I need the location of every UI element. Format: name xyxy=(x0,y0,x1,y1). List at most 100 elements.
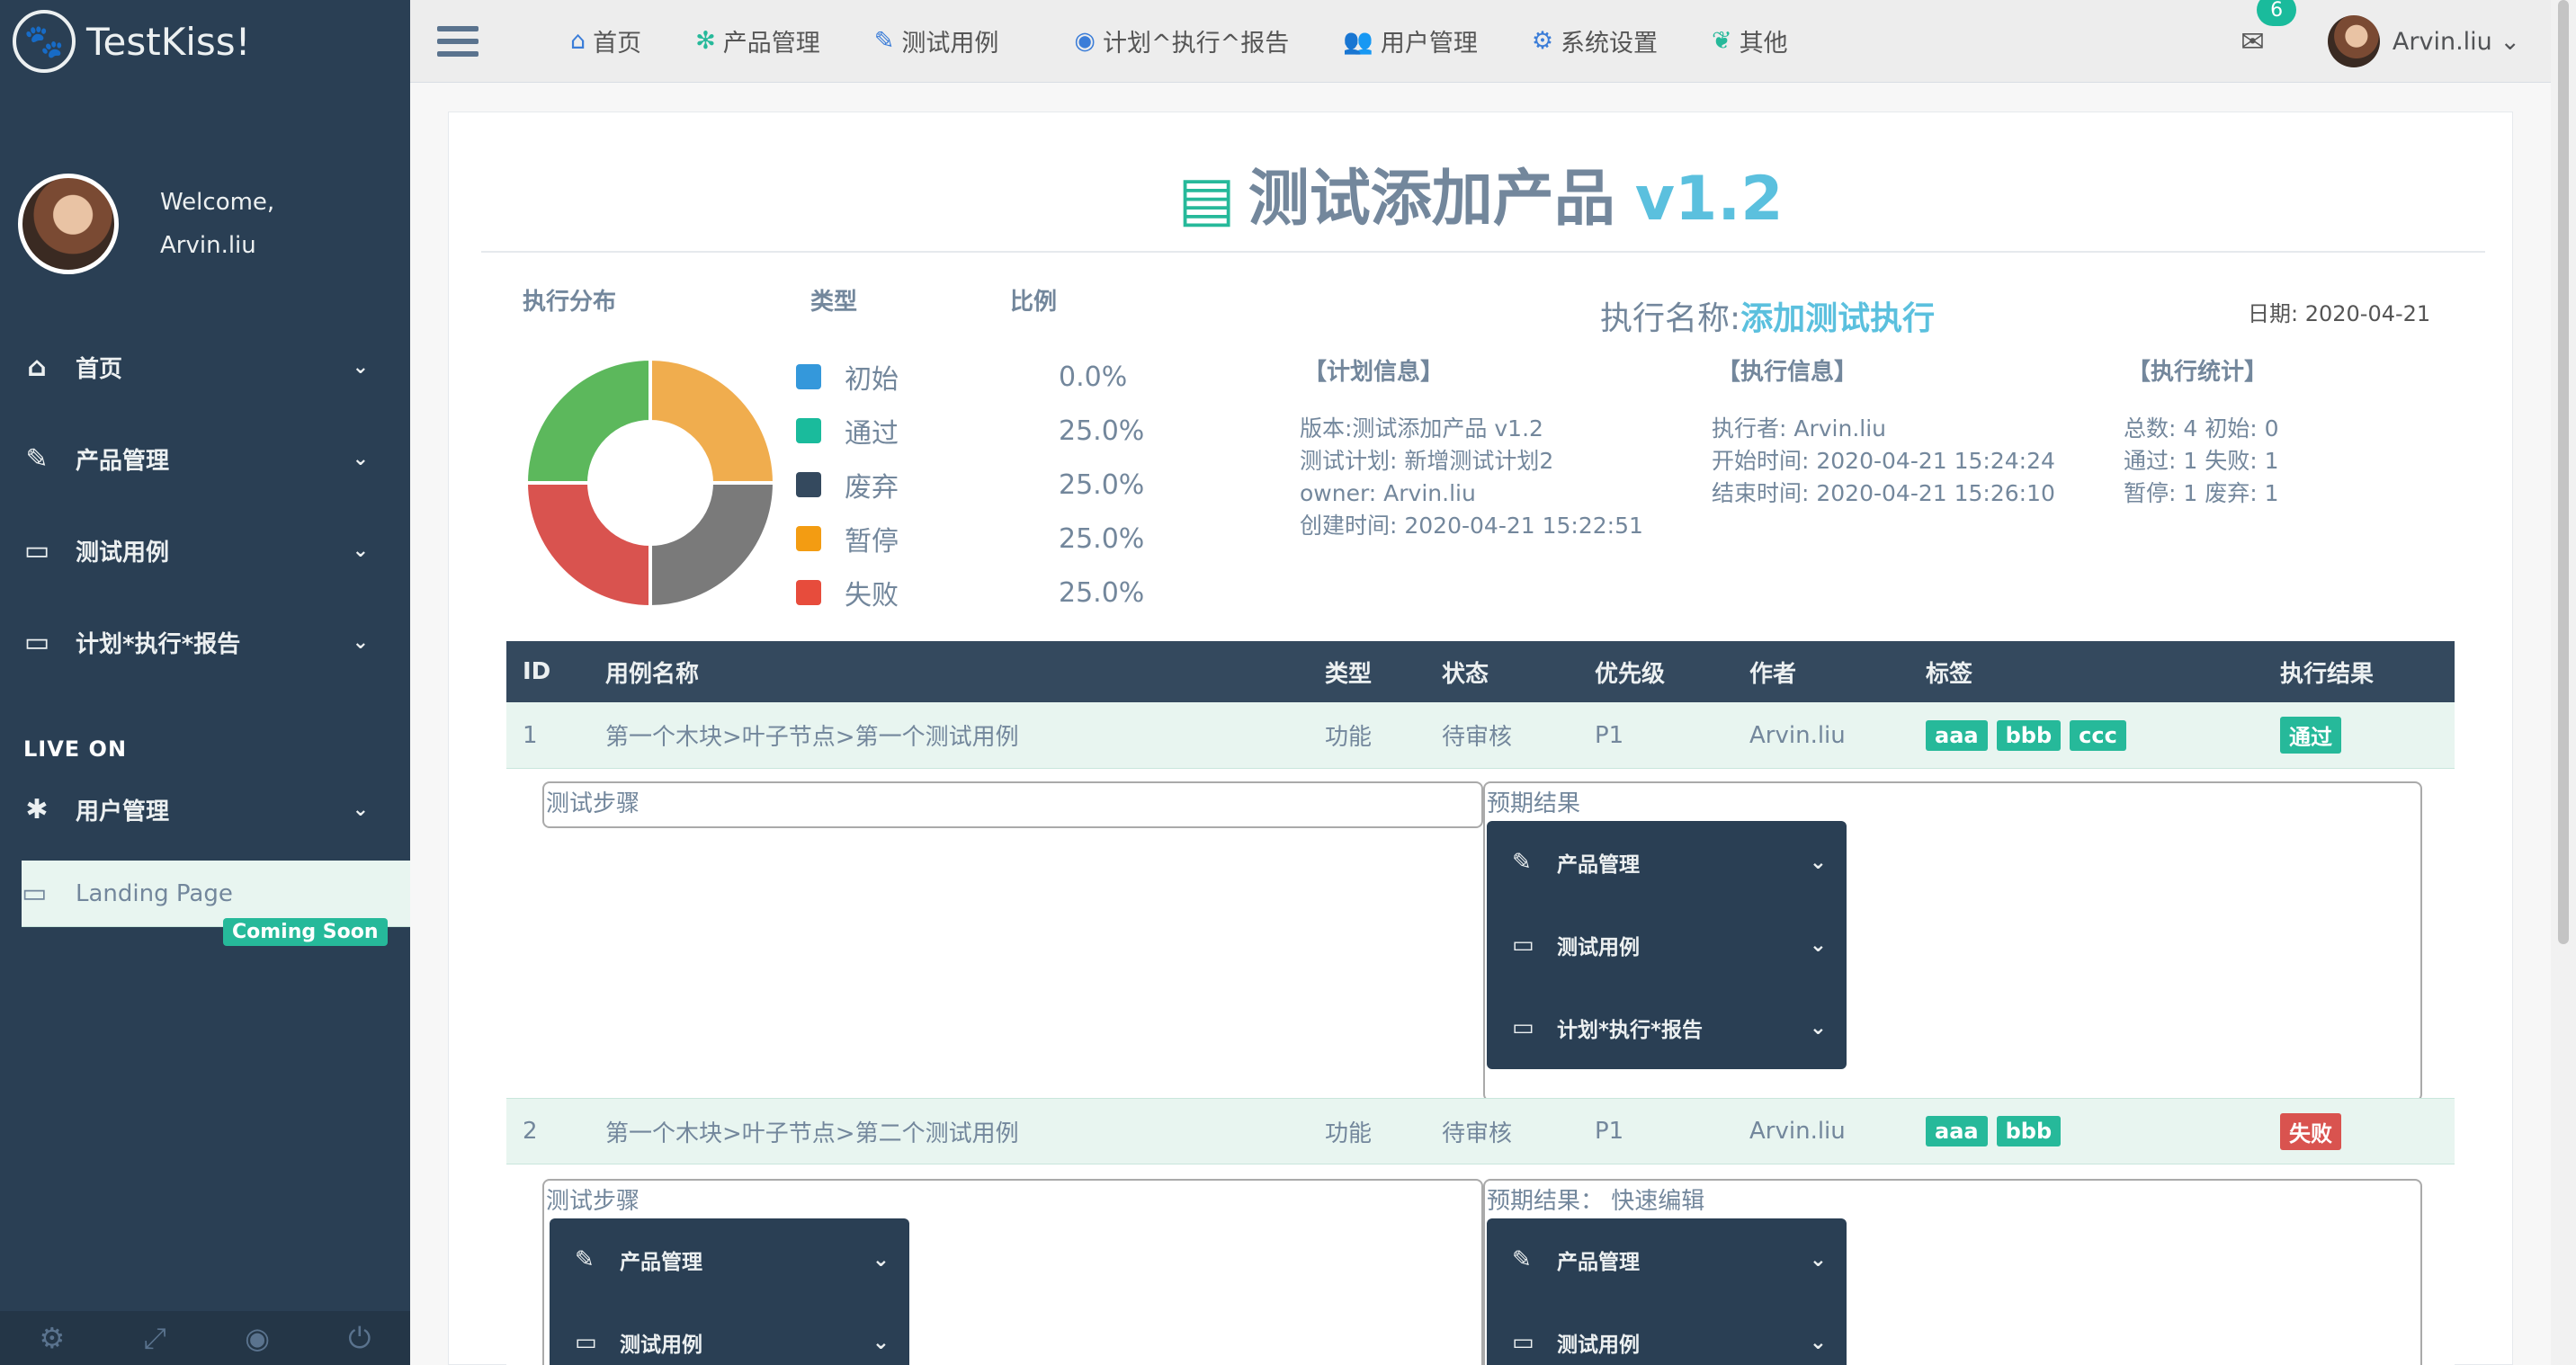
user-menu[interactable]: Arvin.liu ⌄ xyxy=(2393,28,2520,56)
dropdown-menu: ✎ 产品管理 ⌄ ▭ 测试用例 ⌄ xyxy=(1487,1218,1847,1365)
nav-link-home[interactable]: ⌂ 首页 xyxy=(570,23,641,58)
menu-item-testcases[interactable]: ▭ 测试用例 ⌄ xyxy=(1487,1301,1847,1365)
sidebar-item-home[interactable]: ⌂ 首页 ⌄ xyxy=(0,321,410,413)
legend-label: 通过 xyxy=(845,418,899,450)
table-row[interactable]: 1 第一个木块>叶子节点>第一个测试用例 功能 待审核 P1 Arvin.liu… xyxy=(506,702,2455,769)
settings-icon[interactable]: ⚙ xyxy=(40,1321,66,1355)
legend-value: 25.0% xyxy=(1059,415,1145,447)
sidebar-item-users[interactable]: ✱ 用户管理 ⌄ xyxy=(0,763,410,855)
tag-badge: ccc xyxy=(2070,719,2126,751)
menu-toggle-icon[interactable] xyxy=(437,25,479,57)
row-detail: 测试步骤 预期结果 ✎ 产品管理 ⌄ ▭ 测试用例 ⌄ ▭ 计划*执行*报告 ⌄ xyxy=(506,769,2455,1102)
legend-value: 25.0% xyxy=(1059,522,1145,555)
page-title: ▤ 测试添加产品 v1.2 xyxy=(449,148,2512,237)
eye-slash-icon[interactable]: ◉ xyxy=(245,1321,270,1355)
exec-info-head: 【执行信息】 xyxy=(1717,359,1858,386)
report-date: 日期: 2020-04-21 xyxy=(2248,301,2431,326)
column-header: 标签 xyxy=(1926,660,1973,688)
legend-swatch xyxy=(796,472,821,497)
exec-name: 执行名称:添加测试执行 xyxy=(1600,292,1935,339)
menu-item-products[interactable]: ✎ 产品管理 ⌄ xyxy=(550,1218,909,1301)
info-line: 版本:测试添加产品 v1.2 xyxy=(1300,415,1543,442)
pie-slice-4 xyxy=(526,481,652,607)
sidebar-item-products[interactable]: ✎ 产品管理 ⌄ xyxy=(0,413,410,504)
sidebar-item-plans[interactable]: ▭ 计划*执行*报告 ⌄ xyxy=(0,596,410,688)
chevron-down-icon: ⌄ xyxy=(1809,933,1827,957)
legend-label: 废弃 xyxy=(845,472,899,504)
coming-soon-badge: Coming Soon xyxy=(223,918,388,946)
nav-link-label: 首页 xyxy=(593,30,642,58)
chevron-down-icon: ⌄ xyxy=(352,355,369,379)
table-header: ID 用例名称 类型 状态 优先级 作者 标签 执行结果 xyxy=(506,641,2455,702)
tag-badge: aaa xyxy=(1926,719,1988,751)
plan-info: 版本:测试添加产品 v1.2 测试计划: 新增测试计划2 owner: Arvi… xyxy=(1300,413,1643,542)
home-icon: ⌂ xyxy=(27,351,47,383)
exec-stats-head: 【执行统计】 xyxy=(2127,359,2268,386)
desktop-icon: ▭ xyxy=(1512,1329,1534,1356)
nav-link-testcases[interactable]: ✎ 测试用例 xyxy=(874,23,999,58)
menu-item-testcases[interactable]: ▭ 测试用例 ⌄ xyxy=(550,1301,909,1365)
column-header: 状态 xyxy=(1442,660,1489,688)
nav-link-settings[interactable]: ⚙ 系统设置 xyxy=(1532,23,1658,58)
sidebar-item-label: 用户管理 xyxy=(76,798,170,825)
play-circle-icon: ◉ xyxy=(1074,27,1096,55)
menu-item-products[interactable]: ✎ 产品管理 ⌄ xyxy=(1487,821,1847,904)
edit-icon: ✎ xyxy=(25,442,49,475)
nav-link-other[interactable]: ❦ 其他 xyxy=(1712,23,1788,58)
cell-tags: aaa bbb xyxy=(1926,1116,2070,1146)
nav-link-plans[interactable]: ◉ 计划^执行^报告 xyxy=(1074,23,1289,58)
legend-item: 初始 0.0% xyxy=(796,361,1127,396)
cell-name[interactable]: 第一个木块>叶子节点>第二个测试用例 xyxy=(605,1115,1019,1148)
cell-name[interactable]: 第一个木块>叶子节点>第一个测试用例 xyxy=(605,718,1019,752)
column-header: 类型 xyxy=(1325,660,1373,688)
chevron-down-icon: ⌄ xyxy=(352,798,369,821)
brand[interactable]: 🐾 TestKiss! xyxy=(0,0,410,83)
info-line: 总数: 4 初始: 0 xyxy=(2124,415,2279,442)
tag-badge: bbb xyxy=(1996,1116,2062,1146)
column-header: 执行结果 xyxy=(2280,660,2375,688)
menu-item-plans[interactable]: ▭ 计划*执行*报告 ⌄ xyxy=(1487,986,1847,1069)
newspaper-icon: ▤ xyxy=(1177,164,1236,235)
sidebar-item-testcases[interactable]: ▭ 测试用例 ⌄ xyxy=(0,504,410,596)
snowflake-icon: ✻ xyxy=(695,27,716,55)
test-steps-field[interactable]: 测试步骤 xyxy=(542,781,1483,828)
exec-stats: 总数: 4 初始: 0 通过: 1 失败: 1 暂停: 1 废弃: 1 xyxy=(2124,413,2279,510)
nav-link-label: 产品管理 xyxy=(722,30,820,58)
cell-priority: P1 xyxy=(1595,721,1624,749)
cell-result: 失败 xyxy=(2280,1112,2350,1150)
menu-item-label: 测试用例 xyxy=(1557,1334,1640,1357)
desktop-icon: ▭ xyxy=(575,1329,597,1356)
desktop-icon: ▭ xyxy=(23,534,50,567)
laptop-icon: ▭ xyxy=(22,878,48,909)
cell-tags: aaa bbb ccc xyxy=(1926,719,2135,751)
mail-button[interactable]: ✉ 6 xyxy=(2241,0,2297,58)
menu-item-testcases[interactable]: ▭ 测试用例 ⌄ xyxy=(1487,904,1847,986)
column-header: 优先级 xyxy=(1595,660,1666,688)
page-scrollbar[interactable] xyxy=(2551,0,2576,1365)
chevron-down-icon: ⌄ xyxy=(1809,1016,1827,1039)
user-name: Arvin.liu xyxy=(2392,27,2492,56)
fullscreen-icon[interactable]: ⤢ xyxy=(143,1321,166,1356)
info-line: 通过: 1 失败: 1 xyxy=(2124,448,2279,474)
avatar xyxy=(18,173,119,274)
legend-value: 25.0% xyxy=(1059,576,1145,609)
testcase-table: ID 用例名称 类型 状态 优先级 作者 标签 执行结果 1 第一个木块>叶子节… xyxy=(506,641,2455,1365)
menu-item-products[interactable]: ✎ 产品管理 ⌄ xyxy=(1487,1218,1847,1301)
test-steps-label: 测试步骤 xyxy=(546,1188,640,1215)
info-line: owner: Arvin.liu xyxy=(1300,480,1476,506)
row-detail: 测试步骤 预期结果： 快速编辑 ✎ 产品管理 ⌄ ▭ 测试用例 ⌄ ✎ 产品管理 ⌄ ▭ 测试… xyxy=(506,1164,2455,1365)
menu-item-label: 测试用例 xyxy=(1557,936,1640,959)
profile-name: Arvin.liu xyxy=(160,231,256,259)
desktop-icon: ▭ xyxy=(23,626,50,658)
table-row[interactable]: 2 第一个木块>叶子节点>第二个测试用例 功能 待审核 P1 Arvin.liu… xyxy=(506,1098,2455,1164)
legend-swatch xyxy=(796,526,821,551)
chevron-down-icon: ⌄ xyxy=(872,1331,890,1354)
power-icon[interactable]: ⏻ xyxy=(348,1321,371,1356)
ratio-header: 比例 xyxy=(1010,289,1058,316)
chevron-down-icon: ⌄ xyxy=(2500,27,2520,56)
nav-link-products[interactable]: ✻ 产品管理 xyxy=(695,23,820,58)
desktop-icon: ▭ xyxy=(1512,1014,1534,1041)
avatar[interactable] xyxy=(2327,15,2380,67)
nav-link-users[interactable]: 👥 用户管理 xyxy=(1343,23,1478,58)
cell-id: 2 xyxy=(523,1118,538,1145)
